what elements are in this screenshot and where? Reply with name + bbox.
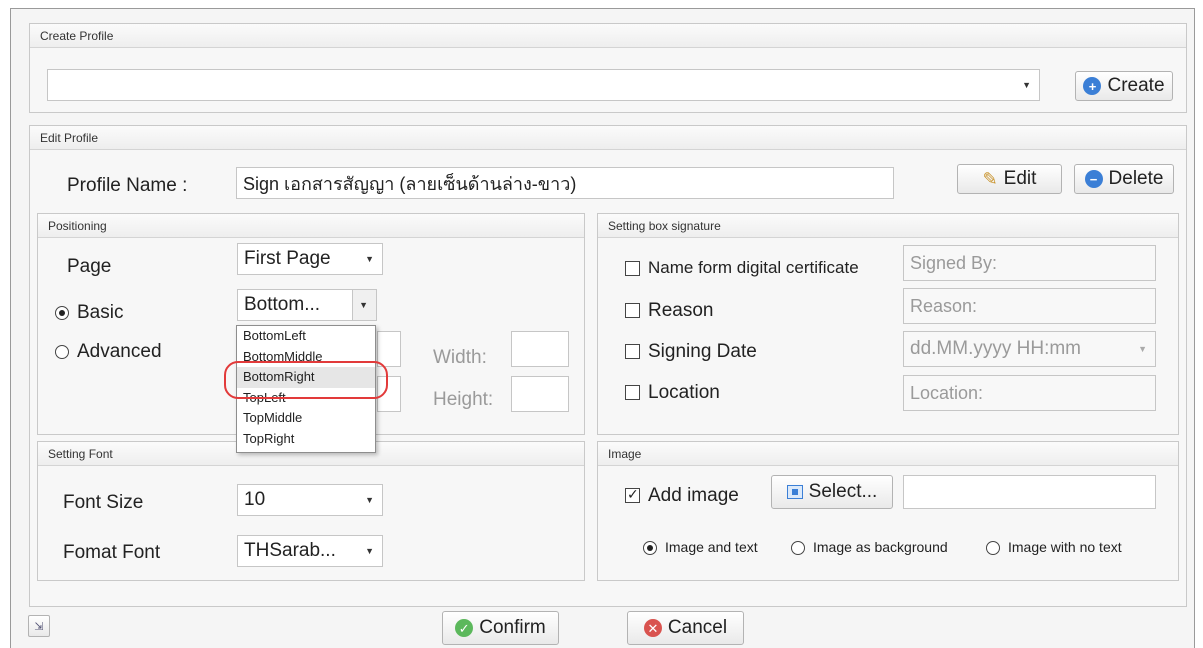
profile-name-label: Profile Name : bbox=[67, 175, 188, 196]
chevron-down-icon: ▼ bbox=[365, 546, 374, 556]
advanced-x-input[interactable] bbox=[377, 331, 401, 367]
font-size-select[interactable]: 10 ▼ bbox=[237, 484, 383, 516]
font-size-value: 10 bbox=[244, 489, 266, 510]
location-label: Location bbox=[648, 382, 720, 403]
location-check[interactable]: Location bbox=[625, 382, 720, 404]
image-frame-icon bbox=[786, 485, 803, 499]
confirm-button[interactable]: ✓ Confirm bbox=[442, 611, 559, 645]
selection-highlight-ring bbox=[224, 361, 388, 399]
chevron-down-icon: ▼ bbox=[359, 300, 368, 310]
collapse-toggle-button[interactable]: ⇲ bbox=[28, 615, 50, 637]
reason-input[interactable]: Reason: bbox=[903, 288, 1156, 324]
location-checkbox[interactable] bbox=[625, 385, 640, 401]
signing-date-check[interactable]: Signing Date bbox=[625, 341, 757, 363]
image-group: Image bbox=[597, 441, 1179, 581]
font-size-label: Font Size bbox=[63, 492, 144, 513]
format-font-label: Fomat Font bbox=[63, 542, 161, 563]
image-text-radio-label: Image and text bbox=[665, 539, 758, 555]
profile-name-input[interactable]: Sign เอกสารสัญญา (ลายเซ็นด้านล่าง-ขาว) bbox=[236, 167, 894, 199]
check-circle-icon: ✓ bbox=[455, 619, 474, 637]
format-font-select[interactable]: THSarab... ▼ bbox=[237, 535, 383, 567]
select-image-label: Select... bbox=[808, 481, 878, 502]
name-cert-label: Name form digital certificate bbox=[648, 258, 859, 277]
edit-button-label: Edit bbox=[1003, 168, 1037, 189]
basic-radio[interactable]: Basic bbox=[55, 302, 123, 324]
name-cert-check[interactable]: Name form digital certificate bbox=[625, 258, 859, 278]
profile-select[interactable]: ▼ bbox=[47, 69, 1040, 101]
chevron-down-icon: ▼ bbox=[1138, 344, 1147, 354]
signing-date-select[interactable]: dd.MM.yyyy HH:mm ▼ bbox=[903, 331, 1156, 367]
create-button[interactable]: + Create bbox=[1075, 71, 1173, 101]
create-profile-group: Create Profile ▼ + Create bbox=[29, 23, 1187, 113]
dropdown-option[interactable]: TopRight bbox=[237, 429, 375, 450]
image-path-input[interactable] bbox=[903, 475, 1156, 509]
plus-circle-icon: + bbox=[1083, 77, 1102, 95]
image-bg-radio-label: Image as background bbox=[813, 539, 948, 555]
dropdown-option[interactable]: TopMiddle bbox=[237, 408, 375, 429]
cancel-circle-icon: ✕ bbox=[643, 619, 662, 637]
signing-date-checkbox[interactable] bbox=[625, 344, 640, 360]
height-input[interactable] bbox=[511, 376, 569, 412]
minus-circle-icon: − bbox=[1084, 170, 1103, 188]
image-text-radio[interactable]: Image and text bbox=[643, 539, 758, 556]
add-image-checkbox[interactable] bbox=[625, 486, 640, 504]
advanced-radio-label: Advanced bbox=[77, 341, 162, 362]
basic-position-value: Bottom... bbox=[244, 294, 321, 315]
edit-pencil-icon: ✎ bbox=[982, 168, 998, 189]
image-bg-radio-button[interactable] bbox=[791, 541, 805, 556]
collapse-toggle-icon: ⇲ bbox=[34, 620, 44, 633]
profile-dialog: Create Profile ▼ + Create Edit Profile P… bbox=[10, 8, 1195, 648]
chevron-down-icon: ▼ bbox=[365, 495, 374, 505]
positioning-header: Positioning bbox=[38, 214, 584, 238]
signed-by-input[interactable]: Signed By: bbox=[903, 245, 1156, 281]
basic-radio-label: Basic bbox=[77, 302, 124, 323]
reason-label: Reason bbox=[648, 300, 714, 321]
image-header: Image bbox=[598, 442, 1178, 466]
delete-button-label: Delete bbox=[1108, 168, 1164, 189]
create-button-label: Create bbox=[1107, 75, 1165, 96]
location-input[interactable]: Location: bbox=[903, 375, 1156, 411]
edit-button[interactable]: ✎ Edit bbox=[957, 164, 1062, 194]
signing-date-label: Signing Date bbox=[648, 341, 757, 362]
dropdown-option[interactable]: BottomLeft bbox=[237, 326, 375, 347]
chevron-down-icon: ▼ bbox=[1022, 80, 1031, 90]
confirm-button-label: Confirm bbox=[479, 617, 546, 638]
image-notext-radio[interactable]: Image with no text bbox=[986, 539, 1122, 556]
image-notext-radio-button[interactable] bbox=[986, 541, 1000, 556]
advanced-radio[interactable]: Advanced bbox=[55, 341, 162, 363]
delete-button[interactable]: − Delete bbox=[1074, 164, 1174, 194]
format-font-value: THSarab... bbox=[244, 540, 336, 561]
height-label: Height: bbox=[433, 389, 494, 410]
image-notext-radio-label: Image with no text bbox=[1008, 539, 1122, 555]
chevron-down-icon: ▼ bbox=[365, 254, 374, 264]
advanced-radio-button[interactable] bbox=[55, 344, 69, 359]
cancel-button-label: Cancel bbox=[667, 617, 728, 638]
image-bg-radio[interactable]: Image as background bbox=[791, 539, 948, 556]
add-image-label: Add image bbox=[648, 485, 739, 506]
select-image-button[interactable]: Select... bbox=[771, 475, 893, 509]
page-select-value: First Page bbox=[244, 248, 331, 269]
reason-checkbox[interactable] bbox=[625, 303, 640, 319]
cancel-button[interactable]: ✕ Cancel bbox=[627, 611, 744, 645]
name-cert-checkbox[interactable] bbox=[625, 261, 640, 277]
page-label: Page bbox=[67, 256, 112, 277]
signature-box-header: Setting box signature bbox=[598, 214, 1178, 238]
reason-check[interactable]: Reason bbox=[625, 300, 714, 322]
basic-radio-button[interactable] bbox=[55, 305, 69, 320]
page-select[interactable]: First Page ▼ bbox=[237, 243, 383, 275]
add-image-check[interactable]: Add image bbox=[625, 485, 739, 507]
width-label: Width: bbox=[433, 347, 487, 368]
create-profile-header: Create Profile bbox=[30, 24, 1186, 48]
signing-date-value: dd.MM.yyyy HH:mm bbox=[910, 338, 1081, 359]
width-input[interactable] bbox=[511, 331, 569, 367]
edit-profile-header: Edit Profile bbox=[30, 126, 1186, 150]
basic-position-select[interactable]: Bottom... ▼ bbox=[237, 289, 377, 321]
image-text-radio-button[interactable] bbox=[643, 541, 657, 556]
